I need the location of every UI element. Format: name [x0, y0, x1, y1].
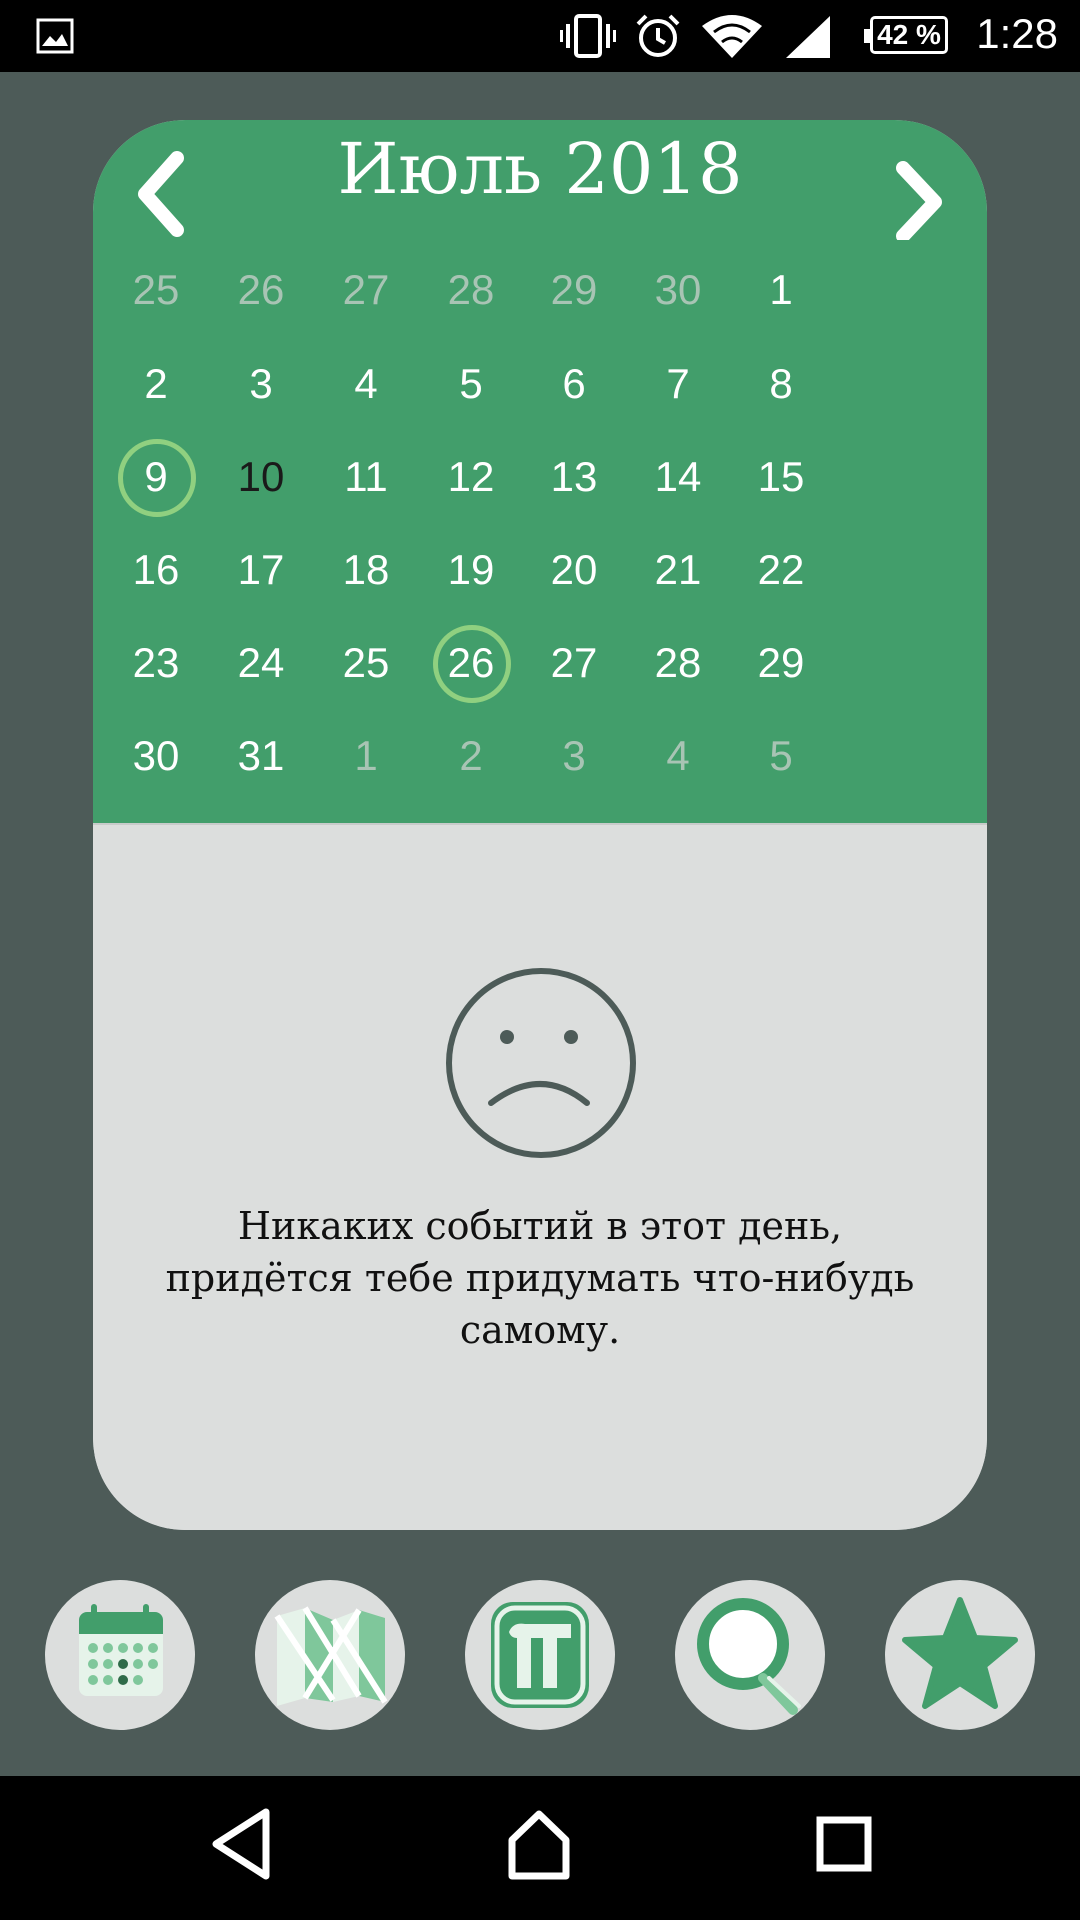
- empty-state: Никаких событий в этот день, придётся те…: [93, 823, 987, 1530]
- calendar-day[interactable]: 7: [618, 344, 738, 424]
- month-title: Июль 2018: [337, 128, 743, 210]
- calendar-day[interactable]: 26: [201, 250, 321, 330]
- calendar-day[interactable]: 25: [96, 250, 216, 330]
- calendar-day[interactable]: 2: [411, 716, 531, 796]
- calendar-day[interactable]: 3: [514, 716, 634, 796]
- calendar-day[interactable]: 19: [411, 530, 531, 610]
- favorites-star-icon: [902, 1597, 1018, 1709]
- calendar-day[interactable]: 20: [514, 530, 634, 610]
- calendar-day[interactable]: 29: [721, 623, 841, 703]
- calendar-day[interactable]: 9: [96, 437, 216, 517]
- calendar-day[interactable]: 15: [721, 437, 841, 517]
- calendar-card: Июль 2018 25 26 27 28 29 30 1 2 3 4 5 6 7 8 9 10 11 12 13 1…: [93, 120, 987, 1530]
- calendar-day[interactable]: 10: [201, 437, 321, 517]
- calendar-day[interactable]: 18: [306, 530, 426, 610]
- calendar-day[interactable]: 14: [618, 437, 738, 517]
- calendar-day[interactable]: 22: [721, 530, 841, 610]
- calendar-day[interactable]: 5: [721, 716, 841, 796]
- battery-indicator: 42 %: [864, 16, 948, 54]
- status-clock: 1:28: [976, 10, 1058, 57]
- calendar-day[interactable]: 6: [514, 344, 634, 424]
- calendar-day[interactable]: 5: [411, 344, 531, 424]
- calendar-day[interactable]: 17: [201, 530, 321, 610]
- calendar-day[interactable]: 16: [96, 530, 216, 610]
- empty-message-line: придётся тебе придумать что-нибудь: [165, 1256, 915, 1300]
- calendar-day[interactable]: 4: [306, 344, 426, 424]
- favorites-button[interactable]: [885, 1580, 1035, 1730]
- search-app-icon: [697, 1598, 801, 1715]
- calendar-day[interactable]: 30: [96, 716, 216, 796]
- alarm-icon: [636, 14, 680, 57]
- calendar-day[interactable]: 23: [96, 623, 216, 703]
- search-app-button[interactable]: [675, 1580, 825, 1730]
- calendar-day[interactable]: 28: [618, 623, 738, 703]
- calendar-app-icon: [79, 1604, 163, 1696]
- home-icon[interactable]: [506, 1806, 572, 1882]
- calendar-day[interactable]: 21: [618, 530, 738, 610]
- empty-message: Никаких событий в этот день, придётся те…: [133, 1200, 947, 1356]
- system-nav-bar: [0, 1776, 1080, 1920]
- calendar-day[interactable]: 31: [201, 716, 321, 796]
- wifi-icon: [702, 15, 762, 58]
- sad-face-icon: [446, 968, 636, 1158]
- recents-icon[interactable]: [812, 1806, 878, 1882]
- calendar-day[interactable]: 28: [411, 250, 531, 330]
- calendar-day[interactable]: 30: [618, 250, 738, 330]
- pi-app-button[interactable]: [465, 1580, 615, 1730]
- calendar-day[interactable]: 11: [306, 437, 426, 517]
- vibrate-icon: [560, 14, 616, 58]
- calendar-day[interactable]: 24: [201, 623, 321, 703]
- map-app-icon: [274, 1606, 388, 1706]
- calendar-day[interactable]: 27: [306, 250, 426, 330]
- back-icon[interactable]: [208, 1806, 274, 1882]
- map-app-button[interactable]: [255, 1580, 405, 1730]
- chevron-right-icon: [896, 161, 942, 243]
- status-bar: 42 % 1:28: [0, 0, 1080, 72]
- empty-message-line: Никаких событий в этот день,: [237, 1204, 843, 1248]
- signal-icon: [786, 16, 830, 58]
- image-notification-icon: [36, 18, 74, 54]
- calendar-app-button[interactable]: [45, 1580, 195, 1730]
- calendar-header: Июль 2018 25 26 27 28 29 30 1 2 3 4 5 6 7 8 9 10 11 12 13 1…: [93, 120, 987, 823]
- calendar-day[interactable]: 1: [721, 250, 841, 330]
- calendar-day[interactable]: 2: [96, 344, 216, 424]
- pi-app-icon: [491, 1602, 589, 1708]
- calendar-day[interactable]: 26: [411, 623, 531, 703]
- calendar-day[interactable]: 29: [514, 250, 634, 330]
- calendar-day[interactable]: 13: [514, 437, 634, 517]
- calendar-day[interactable]: 12: [411, 437, 531, 517]
- empty-message-line: самому.: [459, 1308, 621, 1352]
- calendar-day[interactable]: 8: [721, 344, 841, 424]
- calendar-day[interactable]: 4: [618, 716, 738, 796]
- calendar-day[interactable]: 1: [306, 716, 426, 796]
- calendar-day[interactable]: 3: [201, 344, 321, 424]
- next-month-button[interactable]: [879, 140, 959, 243]
- calendar-day[interactable]: 27: [514, 623, 634, 703]
- calendar-day[interactable]: 25: [306, 623, 426, 703]
